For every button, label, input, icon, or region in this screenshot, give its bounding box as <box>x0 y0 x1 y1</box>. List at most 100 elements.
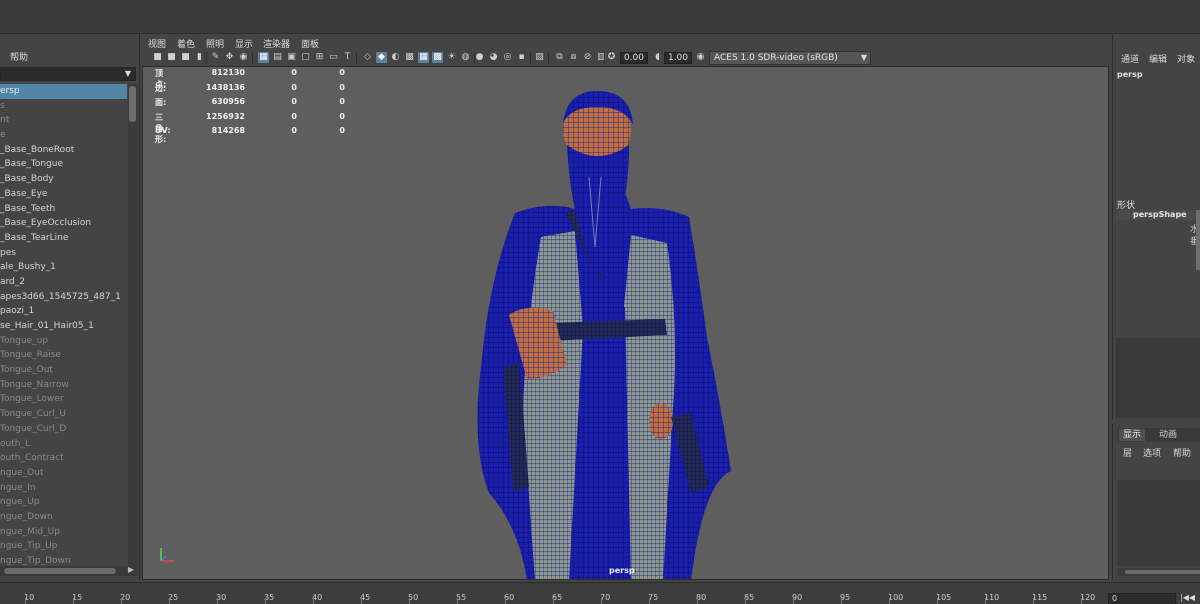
grid-icon[interactable]: ▦ <box>258 52 269 63</box>
outliner-item[interactable]: Tongue_Raise <box>0 348 127 363</box>
outliner-item[interactable]: _Base_Eye <box>0 187 127 202</box>
menu-view[interactable]: 视图 <box>148 37 166 50</box>
outliner-item[interactable]: ngue_Mid_Up <box>0 525 127 540</box>
outliner-item[interactable]: paozi_1 <box>0 304 127 319</box>
xray-joints-icon[interactable]: ⧉ <box>554 52 565 63</box>
current-frame-field[interactable]: 0 <box>1108 593 1176 604</box>
grease-pencil-icon[interactable]: ✥ <box>224 52 235 63</box>
outliner-item[interactable]: ard_2 <box>0 275 127 290</box>
menu-lighting[interactable]: 照明 <box>206 37 224 50</box>
outliner-item[interactable]: nt <box>0 113 127 128</box>
outliner-item[interactable]: _Base_TearLine <box>0 231 127 246</box>
depth-of-field-icon[interactable]: ◎ <box>502 52 513 63</box>
outliner-item[interactable]: _Base_Tongue <box>0 157 127 172</box>
outliner-list[interactable]: ersp s nt e _Base_BoneRoot _Base_Tongue _Base_… <box>0 84 127 568</box>
menu-shading[interactable]: 着色 <box>177 37 195 50</box>
use-lights-icon[interactable]: ▦ <box>418 52 429 63</box>
outliner-item[interactable]: ngue_Tip_Up <box>0 539 127 554</box>
outliner-item[interactable]: ngue_In <box>0 481 127 496</box>
scroll-right-icon[interactable]: ▶ <box>128 565 134 574</box>
channel-box-tab-object[interactable]: 对象 <box>1177 52 1195 65</box>
outliner-item[interactable]: apes3d66_1545725_487_1 <box>0 290 127 305</box>
xray-icon[interactable]: ▨ <box>534 52 545 63</box>
scrollbar-thumb[interactable] <box>1125 570 1200 574</box>
outliner-item[interactable]: s <box>0 99 127 114</box>
scrollbar-thumb[interactable] <box>4 568 116 574</box>
camera-select-icon[interactable]: ■ <box>152 52 163 63</box>
chevron-down-icon[interactable]: ▼ <box>125 69 131 78</box>
safe-title-icon[interactable]: T <box>342 52 353 63</box>
menu-show[interactable]: 显示 <box>235 37 253 50</box>
camera-attributes-icon[interactable]: ■ <box>166 52 177 63</box>
textured-icon[interactable]: ▩ <box>404 52 415 63</box>
layer-list-scrollbar[interactable] <box>1117 568 1200 576</box>
channel-box-tab-edit[interactable]: 编辑 <box>1149 52 1167 65</box>
outliner-item[interactable]: _Base_Body <box>0 172 127 187</box>
outliner-item[interactable]: Tongue_Out <box>0 363 127 378</box>
outliner-horizontal-scrollbar[interactable]: ▶ <box>0 565 137 576</box>
outliner-item[interactable]: ale_Bushy_1 <box>0 260 127 275</box>
layers-menu-layers[interactable]: 层 <box>1123 446 1132 459</box>
image-plane-icon[interactable]: ▮ <box>194 52 205 63</box>
outliner-item[interactable]: _Base_BoneRoot <box>0 143 127 158</box>
character-wireframe-model[interactable] <box>143 67 1109 580</box>
2d-pan-zoom-icon[interactable]: ✎ <box>210 52 221 63</box>
outliner-menu-help[interactable]: 帮助 <box>10 50 28 63</box>
outliner-filter-field[interactable]: ▼ <box>0 67 136 81</box>
motion-blur-icon[interactable]: ● <box>474 52 485 63</box>
menu-panels[interactable]: 面板 <box>301 37 319 50</box>
gamma-field[interactable]: 1.00 <box>664 52 692 64</box>
tab-display[interactable]: 显示 <box>1119 429 1146 441</box>
outliner-item[interactable]: ersp <box>0 84 127 99</box>
outliner-vertical-scrollbar[interactable] <box>128 84 137 568</box>
outliner-item[interactable]: se_Hair_01_Hair05_1 <box>0 319 127 334</box>
selected-object-name[interactable]: persp <box>1117 70 1143 79</box>
gamma-icon[interactable]: ◖ <box>652 52 663 63</box>
backface-culling-icon[interactable]: ⊘ <box>582 52 593 63</box>
channel-box-scrollbar[interactable] <box>1196 210 1200 270</box>
light-icon[interactable]: ☀ <box>446 52 457 63</box>
isolate-select-icon[interactable]: ▪ <box>516 52 527 63</box>
smooth-shade-icon[interactable]: ◆ <box>376 52 387 63</box>
menu-renderer[interactable]: 渲染器 <box>263 37 290 50</box>
outliner-item[interactable]: Tongue_Curl_D <box>0 422 127 437</box>
field-chart-icon[interactable]: ⊞ <box>314 52 325 63</box>
shape-node-name[interactable]: perspShape <box>1117 210 1200 220</box>
exposure-icon[interactable]: ✪ <box>606 52 617 63</box>
shadows-icon[interactable]: ▩ <box>432 52 443 63</box>
scrollbar-thumb[interactable] <box>129 86 136 122</box>
exposure-field[interactable]: 0.00 <box>620 52 648 64</box>
wireframe-icon[interactable]: ◇ <box>362 52 373 63</box>
outliner-item[interactable]: ngue_Out <box>0 466 127 481</box>
outliner-item[interactable]: e <box>0 128 127 143</box>
resolution-gate-icon[interactable]: ▣ <box>286 52 297 63</box>
anti-alias-icon[interactable]: ◕ <box>488 52 499 63</box>
outliner-item[interactable]: _Base_Teeth <box>0 202 127 217</box>
bookmark-icon[interactable]: ■ <box>180 52 191 63</box>
lock-camera-icon[interactable]: ◉ <box>238 52 249 63</box>
chevron-down-icon[interactable]: ▼ <box>861 52 867 64</box>
layer-list[interactable] <box>1117 480 1200 566</box>
layers-menu-options[interactable]: 选项 <box>1143 446 1161 459</box>
outliner-item[interactable]: outh_Contract <box>0 451 127 466</box>
go-to-start-icon[interactable]: |◀◀ <box>1180 593 1195 602</box>
outliner-item[interactable]: Tongue_Curl_U <box>0 407 127 422</box>
3d-viewport[interactable]: 顶点: 812130 0 0 边: 1438136 0 0 面: 630956 0 0 三角形: 1256… <box>142 66 1109 580</box>
outliner-item[interactable]: Tongue_Narrow <box>0 378 127 393</box>
film-gate-icon[interactable]: ▤ <box>272 52 283 63</box>
outliner-item[interactable]: Tongue_Lower <box>0 392 127 407</box>
outliner-item[interactable]: ngue_Down <box>0 510 127 525</box>
ambient-occlusion-icon[interactable]: ◍ <box>460 52 471 63</box>
outliner-item[interactable]: Tongue_up <box>0 334 127 349</box>
time-ruler[interactable]: 10 15 20 25 30 35 40 45 50 55 60 65 70 75 80 85 90 95 100 1… <box>0 583 1104 604</box>
color-space-dropdown[interactable]: ACES 1.0 SDR-video (sRGB) ▼ <box>709 51 871 65</box>
safe-action-icon[interactable]: ▭ <box>328 52 339 63</box>
layers-menu-help[interactable]: 帮助 <box>1173 446 1191 459</box>
time-slider[interactable]: 10 15 20 25 30 35 40 45 50 55 60 65 70 75 80 85 90 95 100 1… <box>0 582 1200 604</box>
channel-box-tab-channels[interactable]: 通道 <box>1121 52 1139 65</box>
gate-mask-icon[interactable]: ▢ <box>300 52 311 63</box>
outliner-item[interactable]: pes <box>0 246 127 261</box>
outliner-item[interactable]: _Base_EyeOcclusion <box>0 216 127 231</box>
tab-animation[interactable]: 动画 <box>1155 429 1181 441</box>
outliner-item[interactable]: outh_L <box>0 437 127 452</box>
